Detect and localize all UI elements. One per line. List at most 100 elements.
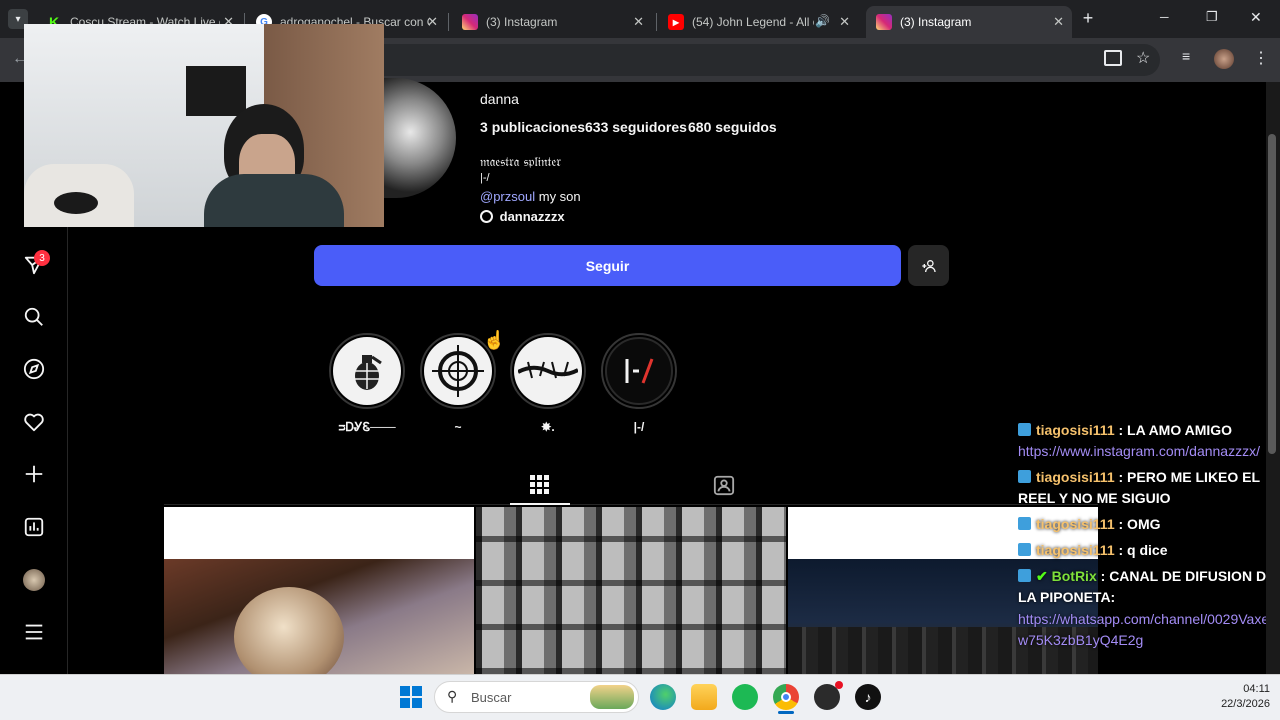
windows-start-icon[interactable] [400,686,422,708]
chat-username: tiagosisi111 [1036,542,1115,558]
subscriber-badge-icon [1018,423,1031,436]
bio-mention-link[interactable]: @przsoul [480,189,535,204]
obs-icon[interactable] [814,681,843,710]
threads-link[interactable]: dannazzzx [480,209,565,224]
active-app-indicator [778,711,794,714]
close-tab-icon[interactable]: ✕ [427,14,438,30]
create-icon[interactable] [20,460,48,488]
explore-icon[interactable] [20,355,48,383]
tagged-tab[interactable] [713,474,735,501]
search-icon: ⚲ [447,688,458,704]
close-window-button[interactable]: ✕ [1250,9,1262,26]
windows-taskbar [0,674,1280,720]
posts-tab[interactable] [530,475,550,500]
suggested-users-button[interactable] [908,245,949,286]
tab-instagram-1[interactable]: (3) Instagram ✕ [452,6,652,38]
chat-message: tiagosisi111 : q dice [1018,540,1280,561]
chat-link[interactable]: https://www.instagram.com/dannazzzx/ [1018,441,1280,462]
search-icon[interactable] [20,303,48,331]
bio-line: |-/ [480,172,490,184]
close-tab-icon[interactable]: ✕ [633,14,644,30]
new-tab-button[interactable]: + [1078,8,1098,30]
crosshair-icon [432,345,484,397]
maximize-button[interactable]: ❐ [1206,9,1218,25]
post-thumbnail[interactable] [164,507,474,674]
profile-avatar[interactable] [1214,49,1234,69]
highlight-label: ᴝᎠᎽᏋ─── [338,420,396,434]
chat-message: tiagosisi111 : LA AMO AMIGO [1018,420,1280,441]
media-control-icon[interactable]: ≡ [1182,48,1190,64]
chat-link-text[interactable]: https://www.instagram.com/dannazzzx/ [1018,443,1260,459]
subscriber-badge-icon [1018,517,1031,530]
edge-icon[interactable] [650,684,676,710]
scrollbar-thumb[interactable] [1268,134,1276,454]
threads-icon [480,210,493,223]
tab-label: (3) Instagram [486,15,558,29]
following-label: seguidos [715,119,777,135]
tab-label: (54) John Legend - All of [692,15,814,29]
posts-count: 3 [480,119,488,135]
tagged-person-icon [713,475,735,496]
verified-icon: ✔ [1036,568,1048,584]
followers-label: seguidores [612,119,687,135]
grenade-icon [355,355,382,390]
following-count: 680 [688,119,712,135]
bio-mention-line: @przsoul my son [480,189,581,204]
streamer-webcam [24,24,384,227]
tab-instagram-active[interactable]: (3) Instagram ✕ [866,6,1072,38]
barbed-wire-icon [518,361,578,379]
system-clock[interactable]: 04:11 22/3/2026 [1190,682,1270,712]
posts-stat[interactable]: 3 publicaciones [480,119,585,135]
search-highlight-icon [590,685,634,709]
post-thumbnail[interactable] [476,507,786,674]
install-app-icon[interactable] [1104,50,1122,66]
chat-username: tiagosisi111 [1036,516,1115,532]
profile-username: danna [480,91,519,107]
youtube-icon: ▶ [668,14,684,30]
file-explorer-icon[interactable] [691,684,717,710]
tab-label: (3) Instagram [900,15,972,29]
highlight-grenade[interactable] [329,333,405,409]
chat-link-text[interactable]: https://whatsapp.com/channel/0029Vaxejw7… [1018,611,1272,648]
browser-menu-icon[interactable]: ⋮ [1253,48,1269,68]
chat-username: tiagosisi111 [1036,422,1115,438]
bookmark-star-icon[interactable]: ☆ [1136,48,1150,68]
spotify-icon[interactable] [732,684,758,710]
clock-date: 22/3/2026 [1221,698,1270,710]
chat-message: tiagosisi111 : PERO ME LIKEO EL REEL Y N… [1018,467,1280,509]
highlight-barbed-wire[interactable] [510,333,586,409]
chrome-icon[interactable] [773,684,799,710]
chat-username: tiagosisi111 [1036,469,1115,485]
highlight-band-logo[interactable] [601,333,677,409]
active-tab-indicator [510,503,570,505]
instagram-icon [462,14,478,30]
grid-icon [530,475,549,494]
heart-icon[interactable] [20,408,48,436]
speaker-icon[interactable]: 🔊 [815,14,830,28]
minimize-button[interactable]: ─ [1160,10,1169,24]
highlight-crosshair[interactable] [420,333,496,409]
chat-text: : q dice [1118,542,1168,558]
chat-message: tiagosisi111 : OMG [1018,514,1280,535]
clock-time: 04:11 [1243,683,1270,695]
notification-badge: 3 [34,250,50,266]
following-stat[interactable]: 680 seguidos [688,119,777,135]
follow-button[interactable]: Seguir [314,245,901,286]
profile-picture[interactable] [380,78,456,198]
chat-link[interactable]: https://whatsapp.com/channel/0029Vaxejw7… [1018,609,1280,651]
search-placeholder: Buscar [471,689,512,705]
close-tab-icon[interactable]: ✕ [839,14,850,30]
followers-stat[interactable]: 633 seguidores [585,119,687,135]
taskbar-search[interactable]: ⚲ Buscar [434,681,639,713]
dashboard-icon[interactable] [20,513,48,541]
chat-text: : OMG [1118,516,1161,532]
highlight-label: ~ [454,420,462,434]
subscriber-badge-icon [1018,569,1031,582]
menu-icon[interactable] [20,618,48,646]
highlight-label: |-/ [633,420,645,434]
threads-handle: dannazzzx [499,209,565,224]
close-tab-icon[interactable]: ✕ [1053,14,1064,30]
tab-youtube[interactable]: ▶ (54) John Legend - All of 🔊 ✕ [658,6,858,38]
tiktok-icon[interactable]: ♪ [855,684,881,710]
profile-avatar[interactable] [20,566,48,594]
